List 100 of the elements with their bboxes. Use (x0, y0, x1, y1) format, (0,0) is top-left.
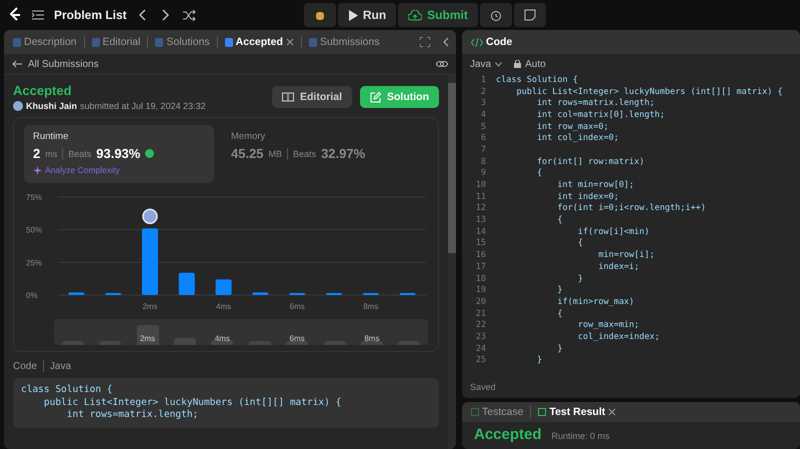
overview-bar (174, 338, 196, 345)
line-number: 9 (480, 168, 487, 178)
code-line: for(int i=0;i<row.length;i++) (556, 203, 706, 214)
code-icon (471, 38, 483, 46)
panel-tab[interactable]: Editorial (88, 36, 144, 48)
line-number: 8 (480, 156, 487, 167)
code-line: col_index=index; (576, 332, 660, 342)
submit-button[interactable]: Submit (398, 3, 478, 27)
code-tab[interactable]: Code (468, 36, 516, 48)
beats-value: 32.97% (321, 146, 366, 161)
code-line: int row_max=0; (536, 122, 609, 132)
y-axis-label: 75% (26, 193, 42, 202)
run-button[interactable]: Run (338, 3, 396, 27)
author-name[interactable]: Khushi Jain (26, 101, 78, 111)
panel-tab[interactable]: Solutions (152, 36, 213, 48)
code-label: Code (13, 360, 37, 372)
line-number: 23 (474, 332, 487, 342)
y-axis-label: 0% (26, 291, 38, 300)
line-number: 25 (474, 355, 487, 366)
result-status: Accepted (474, 426, 542, 443)
language-selector[interactable]: Java (470, 58, 502, 70)
code-line: public List<Integer> luckyNumbers (int[][] matrix) { (42, 396, 342, 409)
stat-unit: MB (268, 148, 282, 158)
lock-icon (514, 60, 522, 68)
panel-tab[interactable]: Accepted (222, 36, 297, 48)
scrollbar[interactable] (448, 75, 456, 449)
code-line: class Solution { (496, 74, 578, 85)
expand-icon[interactable] (420, 37, 430, 47)
line-number: 1 (480, 74, 487, 85)
overview-label: 8ms (364, 334, 380, 343)
chevron-left-icon[interactable] (442, 37, 450, 47)
code-line: if(min>row_max) (556, 296, 634, 307)
chart-bar (178, 272, 195, 295)
range-overview[interactable]: 2ms 4ms 6ms 8ms (54, 319, 428, 345)
badge-icon (145, 149, 154, 158)
panel-tab[interactable]: Test Result (535, 406, 620, 418)
y-axis-label: 50% (26, 226, 42, 235)
line-number: 24 (474, 344, 487, 354)
panel-tab[interactable]: Description (10, 36, 80, 48)
stat-card[interactable]: Memory 45.25 MB Beats 32.97% (222, 125, 412, 183)
debug-button[interactable] (304, 3, 336, 27)
tab-icon (471, 408, 479, 416)
line-number: 16 (474, 250, 487, 260)
line-number: 7 (480, 144, 487, 155)
code-line: for(int[] row:matrix) (536, 156, 644, 167)
auto-mode[interactable]: Auto (514, 58, 546, 70)
stat-unit: ms (45, 148, 58, 158)
panel-tab[interactable]: Testcase (468, 406, 526, 418)
editorial-button[interactable]: Editorial (272, 86, 352, 108)
alarm-icon[interactable] (480, 3, 512, 27)
line-number: 21 (474, 308, 487, 319)
list-icon[interactable] (32, 10, 44, 20)
code-line: { (556, 308, 563, 319)
line-number: 6 (480, 133, 487, 144)
line-number: 18 (474, 274, 487, 284)
panel-tab[interactable]: Submissions (306, 36, 382, 48)
line-number: 19 (474, 285, 487, 296)
stat-value: 2 (33, 146, 40, 161)
code-line: min=row[i]; (597, 250, 655, 260)
stat-card[interactable]: Runtime 2 ms Beats 93.93% Analyze Complexity (24, 125, 214, 183)
result-runtime: Runtime: 0 ms (552, 431, 610, 441)
chart-bar (252, 292, 268, 295)
note-icon[interactable] (514, 3, 546, 27)
code-line: class Solution { (21, 384, 114, 396)
language-label: Java (50, 360, 72, 372)
submission-time: submitted at Jul 19, 2024 23:32 (80, 101, 206, 111)
code-line: int col_index=0; (536, 133, 619, 144)
save-status: Saved (469, 381, 497, 394)
sparkle-icon (33, 166, 42, 174)
overview-label: 2ms (140, 334, 156, 343)
arrow-left-icon (12, 60, 22, 68)
shuffle-icon[interactable] (180, 8, 198, 22)
line-number: 10 (474, 180, 487, 190)
code-line: } (536, 355, 542, 366)
overview-bar (211, 340, 234, 345)
link-icon[interactable] (436, 59, 448, 69)
code-line: } (556, 344, 563, 354)
close-icon[interactable] (608, 408, 616, 416)
back-link[interactable]: All Submissions (12, 58, 99, 70)
beats-label: Beats (293, 148, 316, 158)
cloud-upload-icon (408, 10, 422, 20)
page-title[interactable]: Problem List (54, 8, 127, 22)
x-axis-label: 6ms (290, 302, 305, 311)
code-line: { (576, 238, 583, 248)
x-axis-label: 2ms (142, 302, 158, 311)
line-number: 12 (474, 203, 487, 214)
chart-bar (216, 279, 232, 295)
code-line: if(row[i]<min) (576, 226, 650, 237)
line-number: 14 (474, 226, 487, 237)
close-icon[interactable] (286, 38, 294, 46)
chart-bar (142, 228, 158, 295)
tab-icon (224, 38, 233, 46)
overview-label: 4ms (214, 334, 230, 343)
code-line: row_max=min; (576, 320, 640, 330)
stat-title: Runtime (33, 131, 70, 142)
edit-icon (370, 92, 381, 102)
code-line: { (536, 168, 542, 178)
logo-icon[interactable] (8, 7, 22, 23)
line-number: 17 (474, 262, 487, 272)
code-line: int rows=matrix.length; (536, 98, 655, 108)
